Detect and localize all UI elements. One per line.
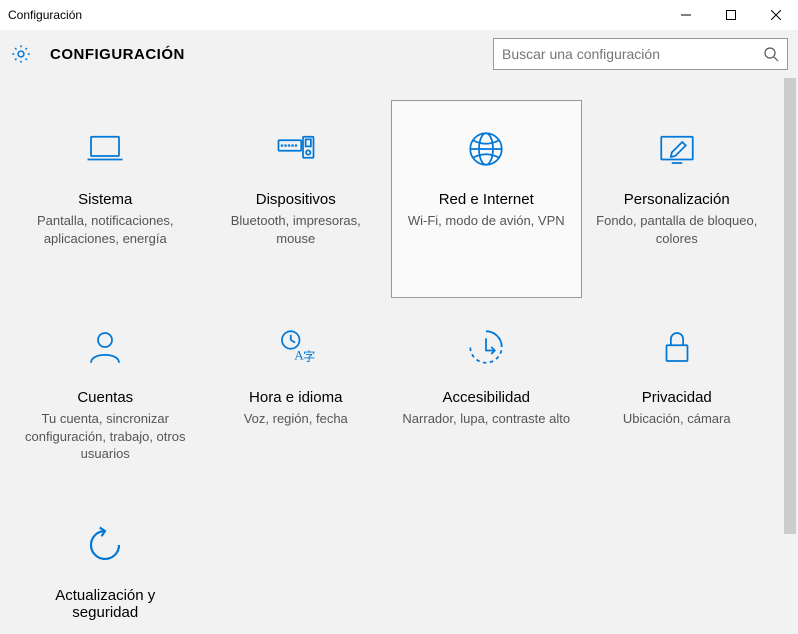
tile-desc: Voz, región, fecha [244, 410, 348, 428]
tile-name: Privacidad [642, 389, 712, 406]
tile-name: Cuentas [77, 389, 133, 406]
update-icon [84, 515, 126, 575]
svg-text:字: 字 [303, 349, 315, 364]
search-box[interactable] [493, 38, 788, 70]
tile-name: Hora e idioma [249, 389, 342, 406]
vertical-scrollbar[interactable] [782, 78, 798, 634]
tile-sistema[interactable]: Sistema Pantalla, notificaciones, aplica… [10, 100, 201, 298]
tile-personalizacion[interactable]: Personalización Fondo, pantalla de bloqu… [582, 100, 773, 298]
accessibility-icon [465, 317, 507, 377]
window-titlebar: Configuración [0, 0, 798, 30]
search-icon [763, 46, 779, 62]
page-title: CONFIGURACIÓN [50, 46, 493, 63]
tile-desc: Bluetooth, impresoras, mouse [212, 212, 381, 247]
search-input[interactable] [502, 46, 763, 62]
tile-desc: Wi-Fi, modo de avión, VPN [408, 212, 565, 230]
maximize-button[interactable] [708, 0, 753, 30]
tile-privacidad[interactable]: Privacidad Ubicación, cámara [582, 298, 773, 496]
tile-desc: Fondo, pantalla de bloqueo, colores [593, 212, 762, 247]
devices-icon [275, 119, 317, 179]
person-icon [84, 317, 126, 377]
tile-actualizacion[interactable]: Actualización y seguridad [10, 496, 201, 634]
tile-desc: Narrador, lupa, contraste alto [402, 410, 570, 428]
tile-desc: Pantalla, notificaciones, aplicaciones, … [21, 212, 190, 247]
tile-name: Dispositivos [256, 191, 336, 208]
tile-cuentas[interactable]: Cuentas Tu cuenta, sincronizar configura… [10, 298, 201, 496]
personalize-icon [656, 119, 698, 179]
tile-desc: Ubicación, cámara [623, 410, 731, 428]
tile-desc: Tu cuenta, sincronizar configuración, tr… [21, 410, 190, 463]
minimize-button[interactable] [663, 0, 708, 30]
laptop-icon [84, 119, 126, 179]
window-title: Configuración [8, 8, 663, 22]
tile-hora-idioma[interactable]: A 字 Hora e idioma Voz, región, fecha [201, 298, 392, 496]
tile-red-internet[interactable]: Red e Internet Wi-Fi, modo de avión, VPN [391, 100, 582, 298]
globe-icon [465, 119, 507, 179]
tile-name: Sistema [78, 191, 132, 208]
close-button[interactable] [753, 0, 798, 30]
tile-name: Actualización y seguridad [21, 587, 190, 621]
tile-accesibilidad[interactable]: Accesibilidad Narrador, lupa, contraste … [391, 298, 582, 496]
time-language-icon: A 字 [275, 317, 317, 377]
page-header: CONFIGURACIÓN [0, 30, 798, 78]
settings-grid: Sistema Pantalla, notificaciones, aplica… [0, 78, 782, 634]
lock-icon [656, 317, 698, 377]
tile-name: Accesibilidad [442, 389, 530, 406]
scrollbar-thumb[interactable] [784, 78, 796, 534]
tile-name: Personalización [624, 191, 730, 208]
tile-dispositivos[interactable]: Dispositivos Bluetooth, impresoras, mous… [201, 100, 392, 298]
tile-name: Red e Internet [439, 191, 534, 208]
gear-icon [10, 43, 32, 65]
